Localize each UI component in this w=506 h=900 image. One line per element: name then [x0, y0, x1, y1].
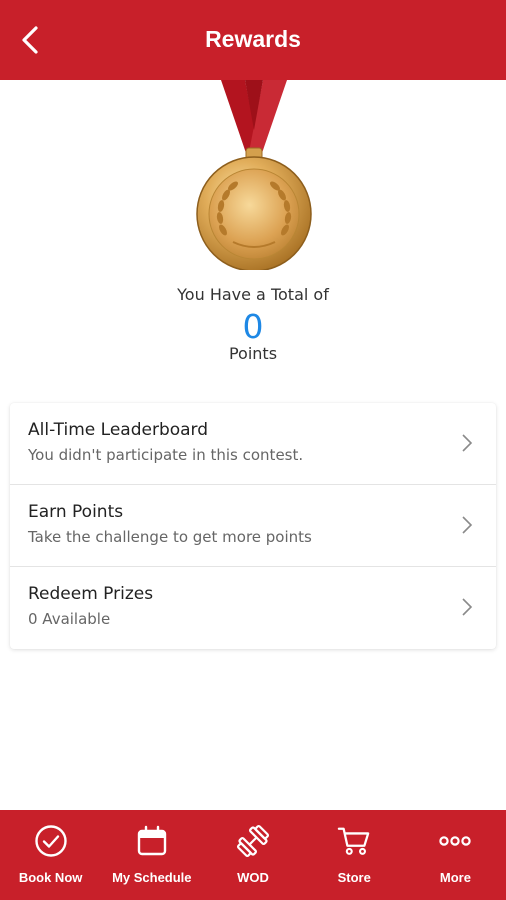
- nav-label: Store: [337, 870, 371, 885]
- nav-label: Book Now: [18, 870, 83, 885]
- menu-item-earn-points[interactable]: Earn Points Take the challenge to get mo…: [10, 485, 496, 567]
- check-circle-icon: [34, 825, 67, 857]
- points-total-label: You Have a Total of: [177, 285, 329, 304]
- nav-more[interactable]: More: [405, 810, 506, 900]
- dumbbell-icon: [236, 824, 270, 858]
- medal-image: [193, 80, 315, 272]
- points-summary: You Have a Total of 0 Points: [0, 283, 506, 365]
- menu-item-subtitle: You didn't participate in this contest.: [28, 446, 304, 464]
- chevron-right-icon: [462, 516, 473, 534]
- page-title: Rewards: [205, 26, 301, 52]
- menu-item-leaderboard[interactable]: All-Time Leaderboard You didn't particip…: [10, 403, 496, 485]
- chevron-right-icon: [462, 598, 473, 616]
- nav-store[interactable]: Store: [304, 810, 405, 900]
- nav-label: My Schedule: [112, 870, 192, 885]
- menu-item-subtitle: 0 Available: [28, 610, 111, 628]
- more-dots-icon: [439, 836, 472, 846]
- cart-icon: [337, 827, 370, 855]
- menu-item-redeem-prizes[interactable]: Redeem Prizes 0 Available: [10, 567, 496, 648]
- menu-item-title: Redeem Prizes: [28, 584, 154, 604]
- nav-label: WOD: [237, 870, 269, 885]
- nav-book-now[interactable]: Book Now: [0, 810, 101, 900]
- chevron-right-icon: [462, 434, 473, 452]
- calendar-icon: [137, 825, 166, 856]
- top-app-bar: Rewards: [0, 0, 506, 80]
- rewards-menu-card: All-Time Leaderboard You didn't particip…: [10, 403, 496, 649]
- nav-wod[interactable]: WOD: [202, 810, 303, 900]
- points-value: 0: [242, 307, 264, 346]
- menu-item-title: All-Time Leaderboard: [28, 420, 209, 440]
- points-unit-label: Points: [228, 344, 278, 363]
- menu-item-subtitle: Take the challenge to get more points: [28, 528, 312, 546]
- nav-my-schedule[interactable]: My Schedule: [101, 810, 202, 900]
- nav-label: More: [439, 870, 471, 885]
- menu-item-title: Earn Points: [28, 502, 124, 522]
- bottom-navigation: Book Now My Schedule WOD Store More: [0, 810, 506, 900]
